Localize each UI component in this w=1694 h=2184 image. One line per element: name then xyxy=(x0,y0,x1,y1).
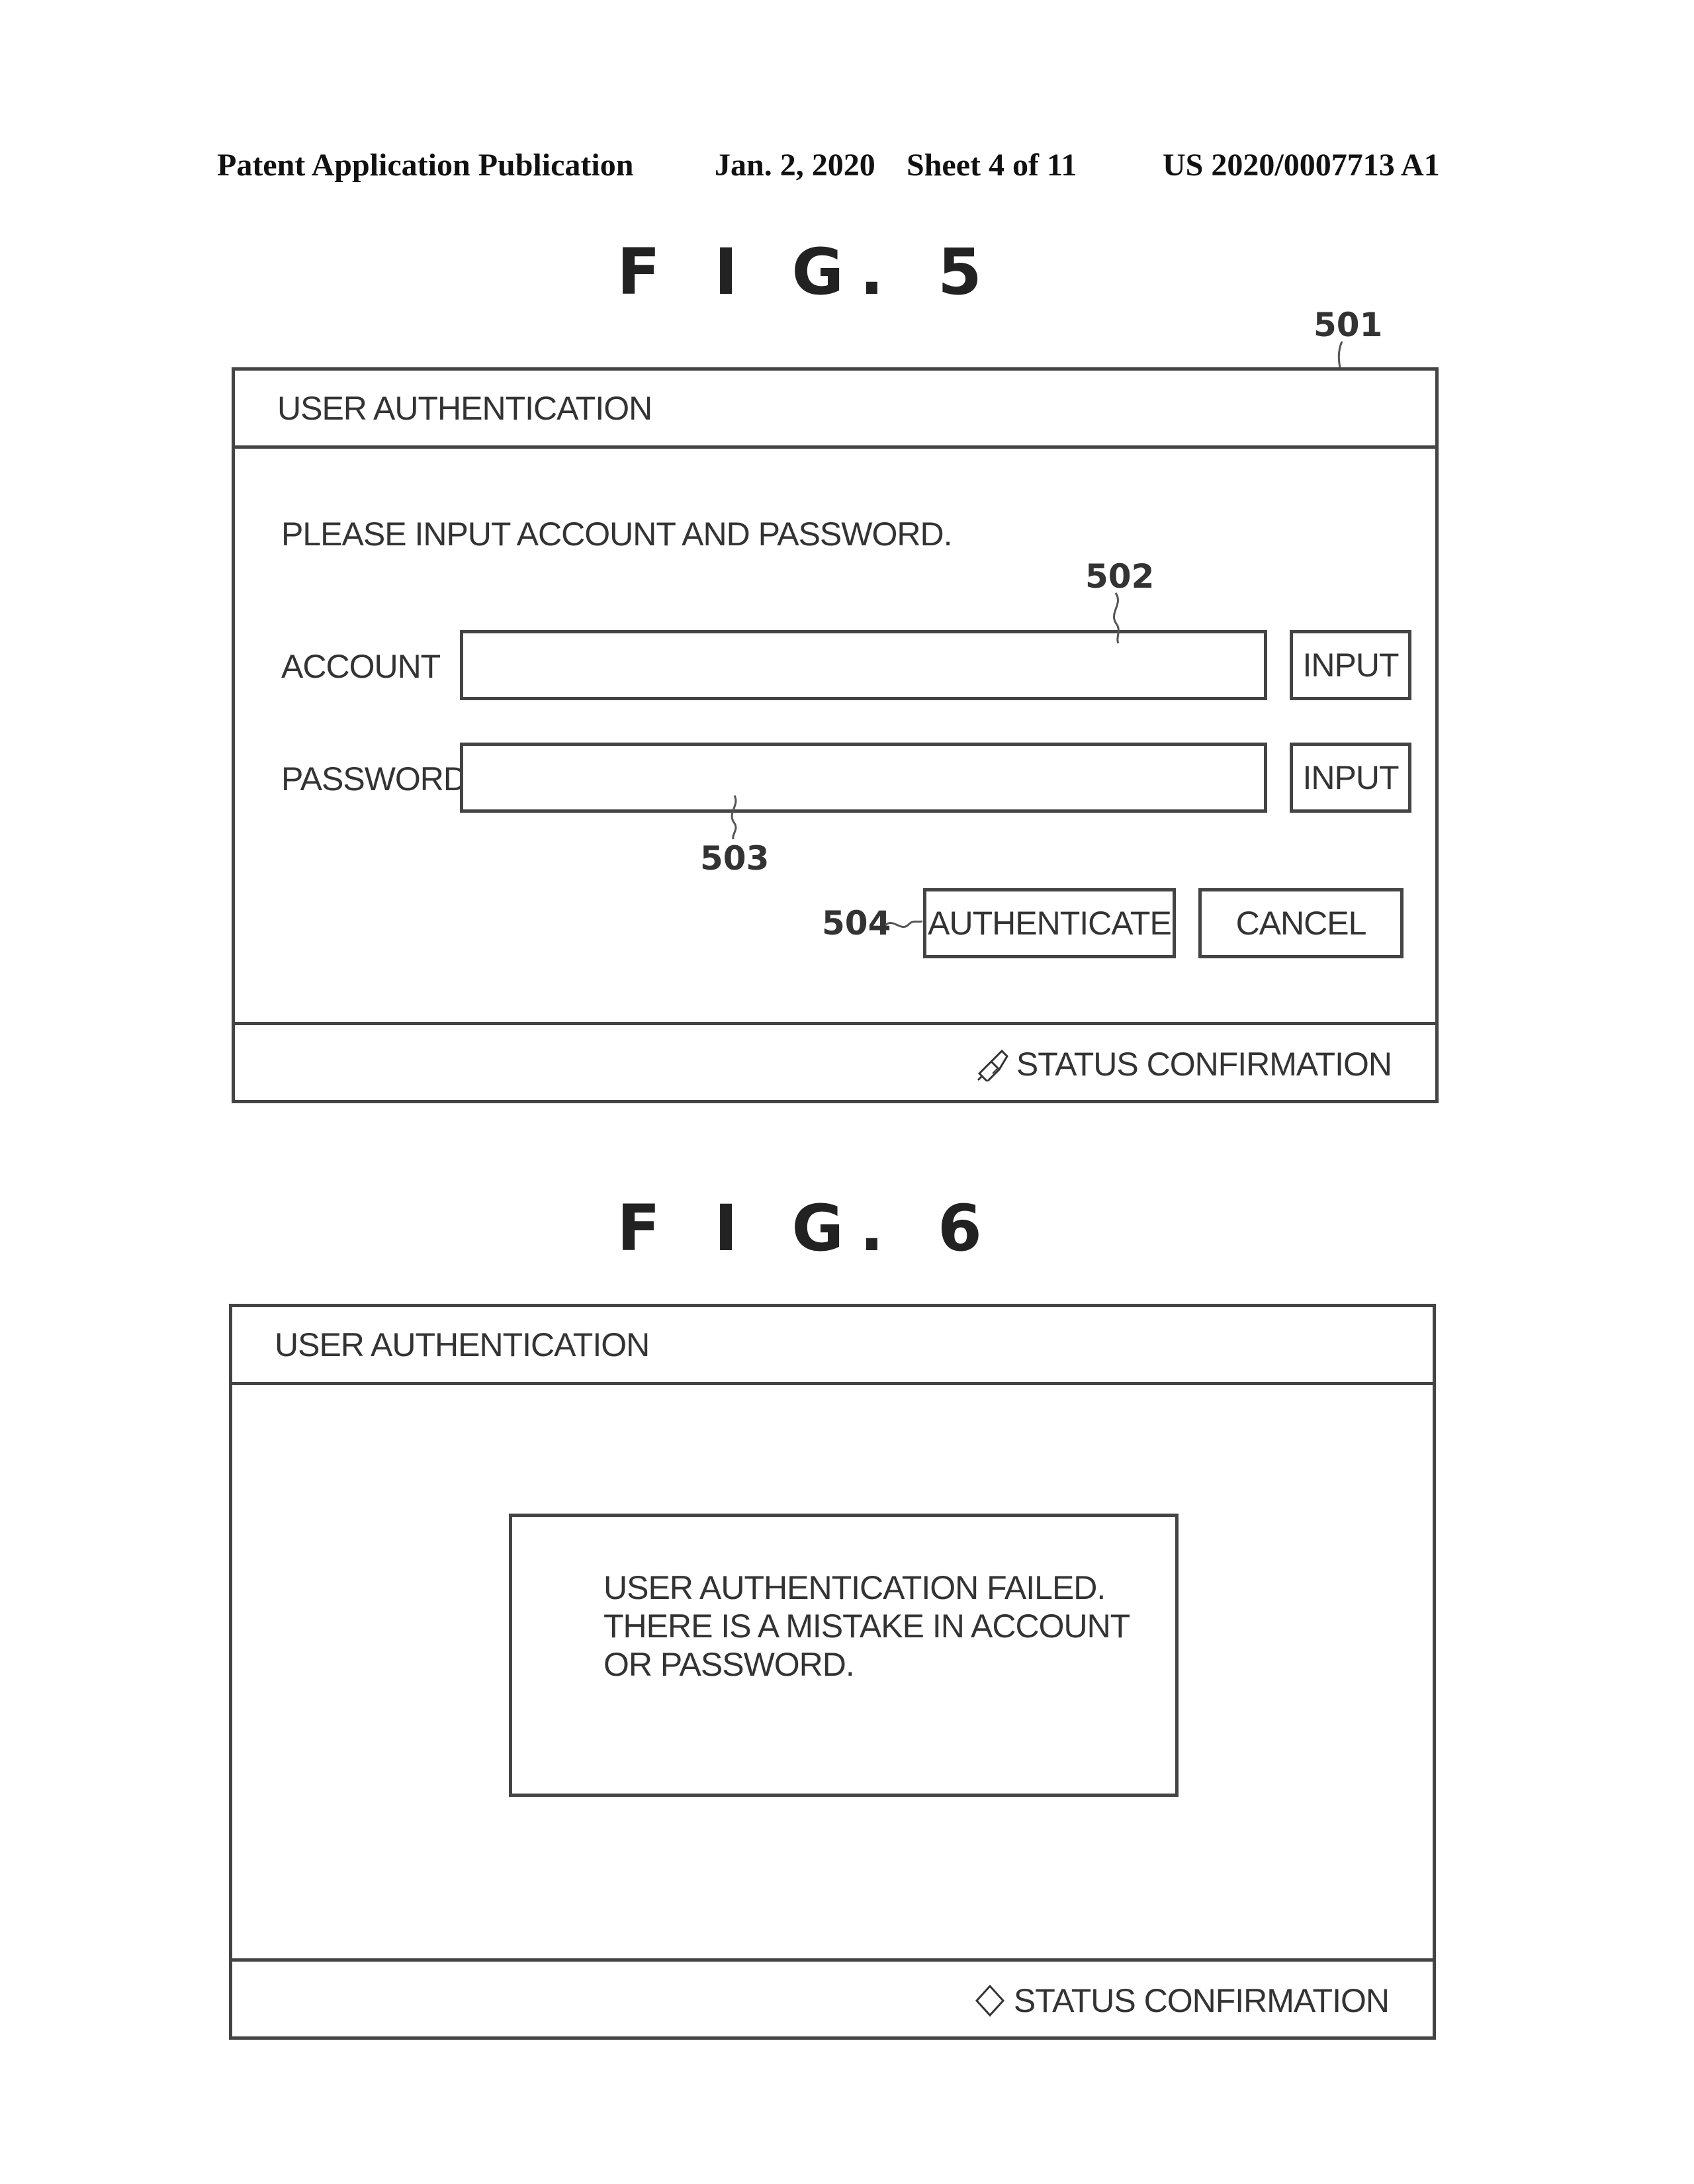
fig6-status-label: STATUS CONFIRMATION xyxy=(1013,1982,1390,2019)
fig6-status-confirmation[interactable]: STATUS CONFIRMATION xyxy=(973,1981,1390,2021)
leader-line-502 xyxy=(1112,592,1120,644)
ref-504: 504 xyxy=(822,904,891,942)
fig5-title-bar: USER AUTHENTICATION xyxy=(235,371,1435,449)
figure-5-title: F I G. 5 xyxy=(617,235,998,309)
ref-503: 503 xyxy=(700,839,770,878)
cancel-button[interactable]: CANCEL xyxy=(1198,888,1404,958)
figure-6-title: F I G. 6 xyxy=(617,1191,998,1265)
fig6-window-title: USER AUTHENTICATION xyxy=(275,1326,650,1363)
password-field[interactable] xyxy=(460,743,1267,813)
ref-502: 502 xyxy=(1085,557,1155,596)
leader-line-504 xyxy=(884,920,923,929)
password-label: PASSWORD xyxy=(281,760,467,797)
fig6-status-bar: STATUS CONFIRMATION xyxy=(232,1958,1433,2036)
error-message-line-3: OR PASSWORD. xyxy=(603,1646,855,1683)
authenticate-button[interactable]: AUTHENTICATE xyxy=(923,888,1176,958)
diamond-icon xyxy=(975,1984,1004,2017)
account-input-button[interactable]: INPUT xyxy=(1290,630,1411,700)
error-message-line-1: USER AUTHENTICATION FAILED. xyxy=(603,1569,1106,1606)
pencil-diamond-icon xyxy=(977,1049,1008,1081)
sheet-number: Sheet 4 of 11 xyxy=(907,148,1077,183)
error-message-line-2: THERE IS A MISTAKE IN ACCOUNT xyxy=(603,1608,1130,1645)
password-input-button[interactable]: INPUT xyxy=(1290,743,1411,813)
leader-line-503 xyxy=(731,795,737,840)
fig6-title-bar: USER AUTHENTICATION xyxy=(232,1307,1433,1385)
fig5-status-bar: STATUS CONFIRMATION xyxy=(235,1022,1435,1100)
account-field[interactable] xyxy=(460,630,1267,700)
fig5-window-title: USER AUTHENTICATION xyxy=(277,390,652,427)
fig5-auth-screen: USER AUTHENTICATION PLEASE INPUT ACCOUNT… xyxy=(232,367,1439,1103)
fig6-auth-screen: USER AUTHENTICATION USER AUTHENTICATION … xyxy=(229,1304,1436,2040)
fig5-status-confirmation[interactable]: STATUS CONFIRMATION xyxy=(975,1045,1392,1084)
publication-number: US 2020/0007713 A1 xyxy=(1163,148,1440,183)
instruction-text: PLEASE INPUT ACCOUNT AND PASSWORD. xyxy=(281,516,952,553)
error-dialog: USER AUTHENTICATION FAILED. THERE IS A M… xyxy=(509,1514,1179,1797)
account-label: ACCOUNT xyxy=(281,648,441,685)
fig5-status-label: STATUS CONFIRMATION xyxy=(1016,1046,1392,1083)
publication-date: Jan. 2, 2020 xyxy=(715,148,875,183)
publication-type: Patent Application Publication xyxy=(217,148,634,183)
